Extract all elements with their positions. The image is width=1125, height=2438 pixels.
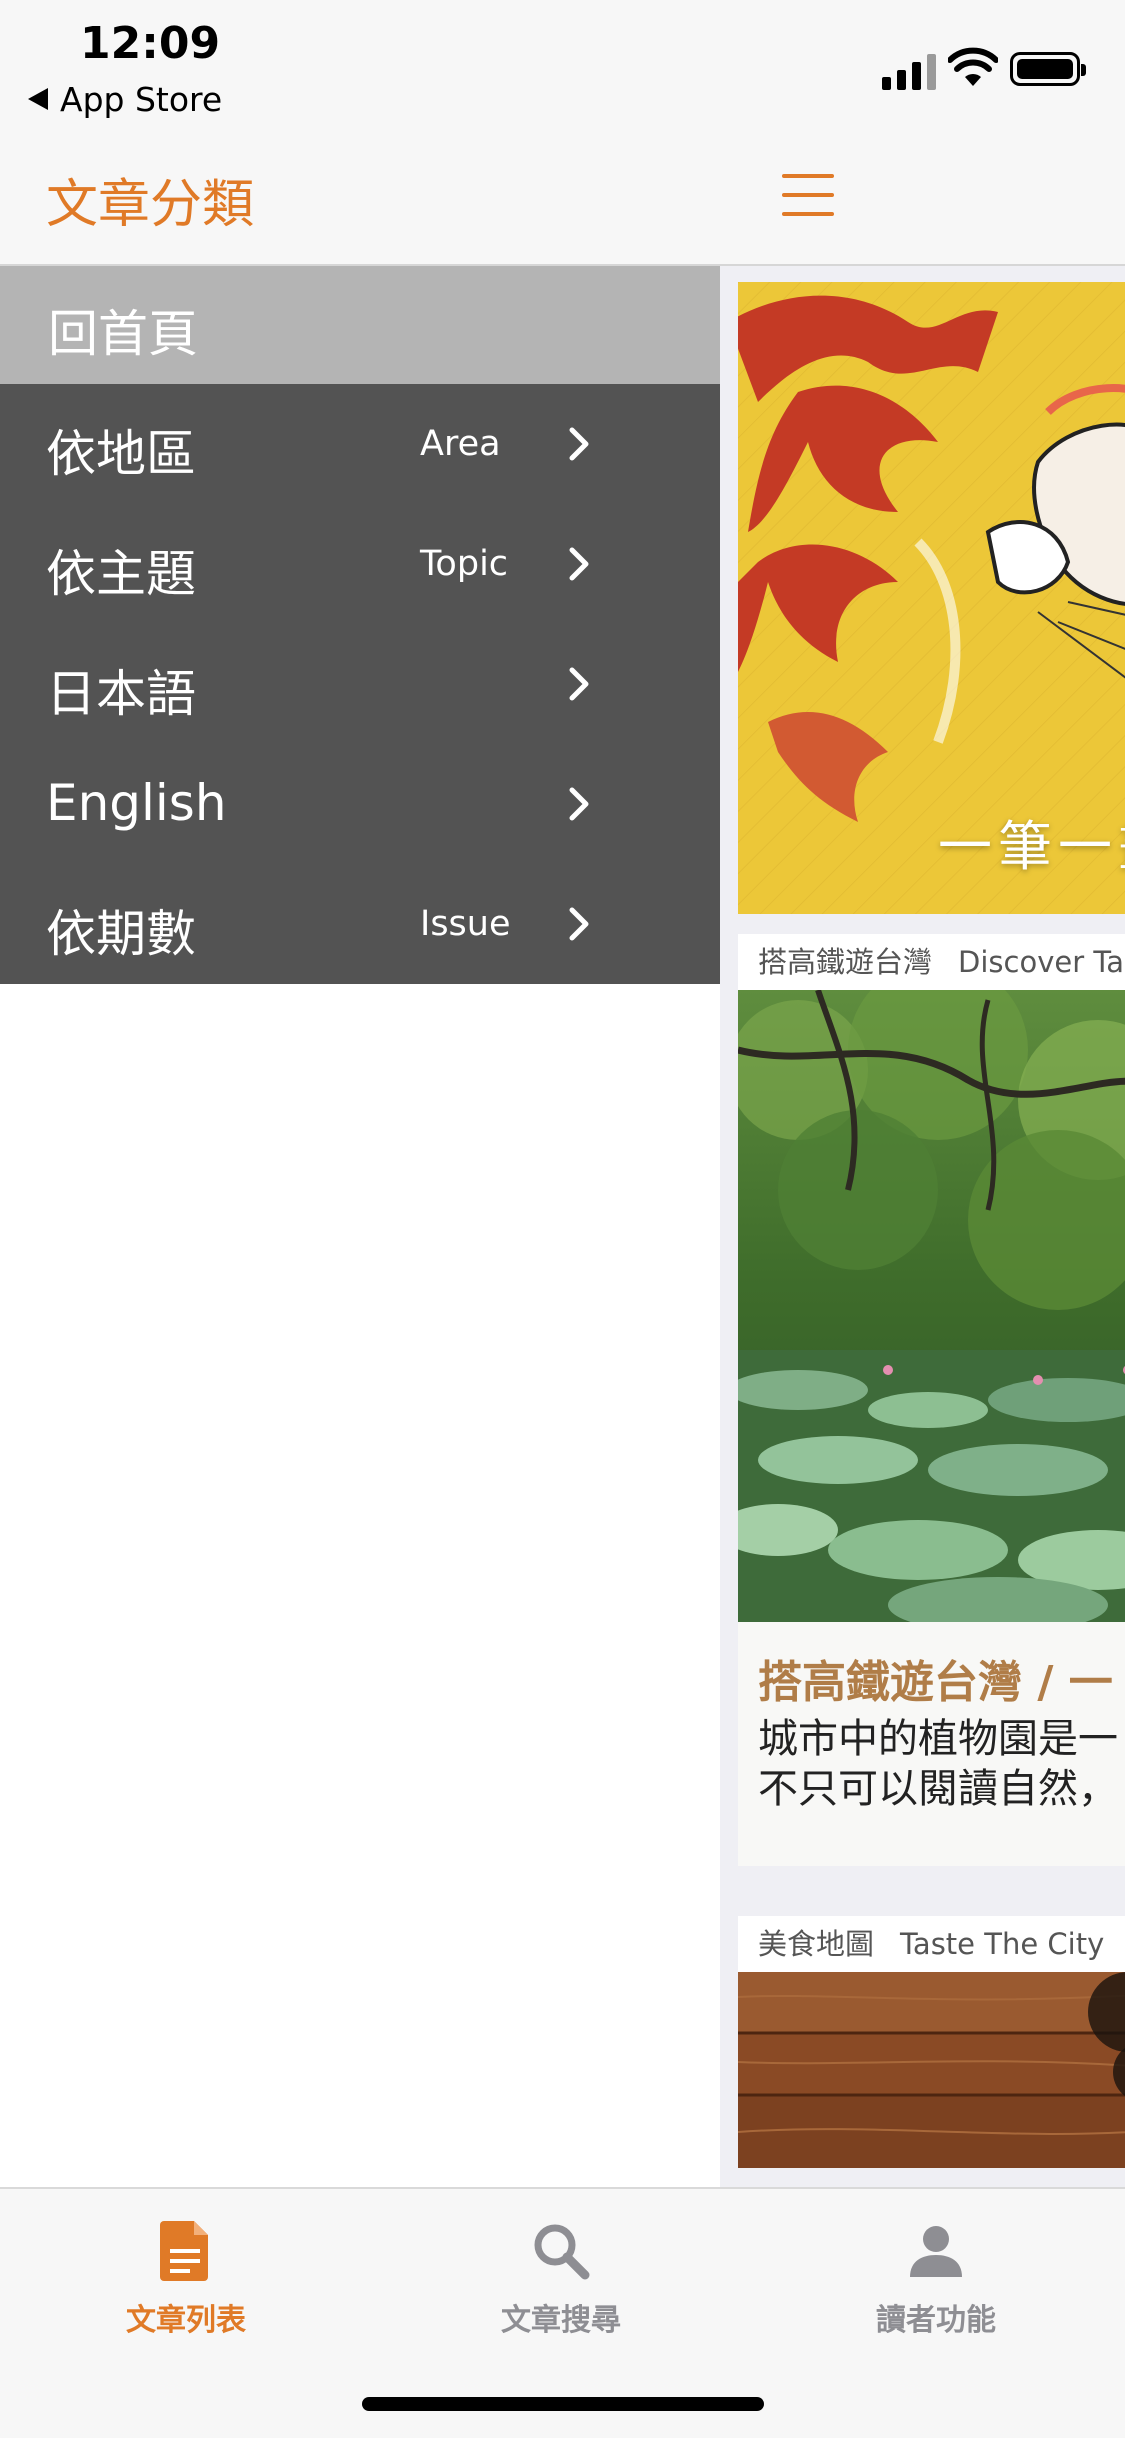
home-indicator <box>362 2397 764 2411</box>
article-category: 美食地圖 <box>758 1927 875 1961</box>
chevron-right-icon <box>569 547 589 581</box>
chevron-right-icon <box>569 907 589 941</box>
hero-caption: 一筆一畫 <box>938 815 1125 878</box>
article-category: 搭高鐵遊台灣 <box>758 945 933 979</box>
chevron-right-icon <box>569 787 589 821</box>
tab-label: 讀者功能 <box>876 2303 996 2338</box>
status-bar-right <box>720 0 1125 140</box>
article-image-wood[interactable] <box>738 1972 1125 2168</box>
article-title: 搭高鐵遊台灣 / 一 <box>758 1657 1113 1708</box>
status-time: 12:09 <box>80 18 221 69</box>
document-icon <box>160 2221 208 2281</box>
battery-icon <box>1010 52 1086 86</box>
menu-item-issue[interactable]: 依期數 Issue <box>0 864 720 984</box>
tab-label: 文章列表 <box>126 2303 246 2338</box>
status-bar: 12:09 App Store <box>0 0 720 140</box>
menu-item-label: 依主題 <box>46 545 196 603</box>
menu-item-english[interactable]: English <box>0 744 720 864</box>
hamburger-menu-icon[interactable] <box>782 174 834 218</box>
menu-item-label: 依地區 <box>46 425 196 483</box>
menu-item-topic[interactable]: 依主題 Topic <box>0 504 720 624</box>
article-description-line: 城市中的植物園是一 <box>758 1716 1118 1762</box>
tab-article-search[interactable]: 文章搜尋 <box>461 2219 661 2349</box>
menu-item-label: 回首頁 <box>48 305 198 363</box>
cellular-signal-icon <box>882 50 938 90</box>
chevron-right-icon <box>569 667 589 701</box>
category-drawer: 12:09 App Store 文章分類 回首頁 依地區 Area 依主題 To… <box>0 0 720 2187</box>
menu-item-label: English <box>46 774 227 832</box>
chevron-right-icon <box>569 427 589 461</box>
back-arrow-icon <box>28 87 48 110</box>
back-to-app-store-link[interactable]: App Store <box>28 80 222 119</box>
featured-article-image[interactable]: 一筆一畫 <box>738 282 1125 914</box>
tab-article-list[interactable]: 文章列表 <box>86 2219 286 2349</box>
menu-item-label: 依期數 <box>46 905 196 963</box>
menu-item-label: 日本語 <box>46 665 196 723</box>
drawer-title: 文章分類 <box>46 175 255 235</box>
tab-reader-functions[interactable]: 讀者功能 <box>836 2219 1036 2349</box>
menu-item-sublabel: Area <box>420 424 501 464</box>
article-image-lotus[interactable] <box>738 990 1125 1622</box>
article-category-en: Discover Ta <box>958 945 1125 979</box>
wood-table-photo <box>738 1972 1125 2168</box>
menu-item-home[interactable]: 回首頁 <box>0 266 720 384</box>
content-nav-bar <box>720 140 1125 266</box>
article-description: 城市中的植物園是一 不只可以閱讀自然， <box>758 1714 1118 1814</box>
back-label: App Store <box>60 80 223 119</box>
menu-item-sublabel: Issue <box>420 904 511 944</box>
lotus-pond-photo <box>738 990 1125 1622</box>
drawer-header: 文章分類 <box>0 140 720 266</box>
menu-item-japanese[interactable]: 日本語 <box>0 624 720 744</box>
person-icon <box>910 2226 962 2277</box>
article-category-bar: 美食地圖 Taste The City <box>738 1916 1125 1972</box>
article-category-en: Taste The City <box>900 1927 1105 1961</box>
menu-item-sublabel: Topic <box>420 544 509 584</box>
article-description-line: 不只可以閱讀自然， <box>758 1766 1118 1812</box>
article-list-panel: 一筆一畫 搭高鐵遊台灣 Discover Ta <box>720 0 1125 2187</box>
category-menu: 回首頁 依地區 Area 依主題 Topic 日本語 English 依期數 I… <box>0 266 720 984</box>
article-summary[interactable]: 搭高鐵遊台灣 / 一 城市中的植物園是一 不只可以閱讀自然， <box>738 1622 1125 1866</box>
tab-label: 文章搜尋 <box>501 2303 621 2338</box>
menu-item-area[interactable]: 依地區 Area <box>0 384 720 504</box>
wifi-icon <box>948 47 998 86</box>
article-category-bar: 搭高鐵遊台灣 Discover Ta <box>738 934 1125 990</box>
search-icon <box>534 2224 590 2280</box>
